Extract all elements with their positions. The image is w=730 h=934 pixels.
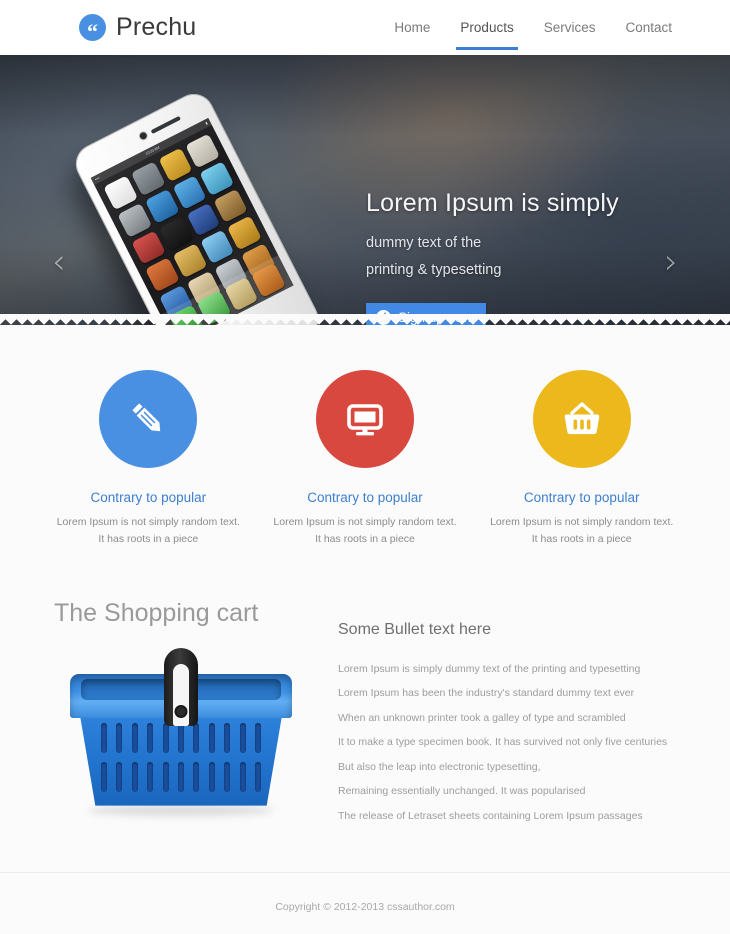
list-item: Lorem Ipsum is simply dummy text of the … [338,662,641,675]
copyright-text: Copyright © 2012-2013 cssauthor.com [275,901,455,914]
feature-description: Lorem Ipsum is not simply random text. I… [473,514,690,549]
list-item: The release of Letraset sheets containin… [338,809,643,822]
feature-title: Contrary to popular [307,490,423,505]
list-item: When an unknown printer took a galley of… [338,711,626,724]
basket-handle [164,647,198,726]
site-footer: Copyright © 2012-2013 cssauthor.com [0,872,730,934]
hero-subtitle: dummy text of the printing & typesetting [366,230,619,284]
shopping-cart-heading: The Shopping cart [54,598,259,627]
slider-prev-arrow-icon[interactable]: ‹ [52,245,66,279]
feature-item: Contrary to popular Lorem Ipsum is not s… [473,370,690,549]
feature-desc-line-2: It has roots in a piece [531,533,632,546]
feature-title: Contrary to popular [523,490,640,505]
nav-item-products[interactable]: Products [456,6,519,50]
hero-title: Lorem Ipsum is simply [366,189,619,217]
bullet-heading: Some Bullet text here [338,620,491,638]
pencil-icon[interactable] [99,370,198,468]
feature-desc-line-1: Lorem Ipsum is not simply random text. [56,516,240,528]
shopping-cart-visual: The Shopping cart [46,599,338,829]
basket-handle-rivet [176,706,186,716]
feature-item: Contrary to popular Lorem Ipsum is not s… [257,370,474,549]
feature-desc-line-1: Lorem Ipsum is not simply random text. [273,516,457,528]
phone-screen: •••• 10:23 AM ▮ [90,117,294,325]
page-root: “ Prechu Home Products Services Contact … [0,0,730,934]
bullet-list: Lorem Ipsum is simply dummy text of the … [338,657,684,829]
main-content: Contrary to popular Lorem Ipsum is not s… [0,325,730,934]
phone-speaker-icon [150,115,181,134]
hero-slider: •••• 10:23 AM ▮ Lorem Ipsum is simply du… [0,55,730,325]
basket-shadow [88,804,274,816]
list-item: It to make a type specimen book. It has … [338,736,668,749]
features-section: Contrary to popular Lorem Ipsum is not s… [0,325,730,549]
feature-title: Contrary to popular [90,490,207,505]
feature-desc-line-2: It has roots in a piece [98,533,199,546]
site-header: “ Prechu Home Products Services Contact [0,0,730,55]
list-item: Remaining essentially unchanged. It was … [338,785,586,798]
hero-subtitle-line-1: dummy text of the [366,235,482,251]
hero-copy: Lorem Ipsum is simply dummy text of the … [366,189,619,325]
list-item: But also the leap into electronic typese… [338,760,541,773]
logo-text: Prechu [116,13,197,41]
bullet-text-block: Some Bullet text here Lorem Ipsum is sim… [338,599,684,829]
quote-icon: “ [79,14,106,42]
shopping-basket-icon[interactable] [532,370,631,468]
nav-item-services[interactable]: Services [544,6,596,50]
phone-camera-icon [138,131,149,141]
feature-desc-line-2: It has roots in a piece [315,533,415,546]
zigzag-divider [0,314,730,325]
feature-description: Lorem Ipsum is not simply random text. I… [257,514,474,549]
basket-slot-row [101,723,261,754]
monitor-icon[interactable] [316,370,414,468]
main-navigation: Home Products Services Contact [394,6,672,50]
feature-description: Lorem Ipsum is not simply random text. I… [40,514,257,549]
slider-next-arrow-icon[interactable]: › [664,245,678,279]
nav-item-contact[interactable]: Contact [625,6,672,50]
feature-item: Contrary to popular Lorem Ipsum is not s… [40,370,257,549]
shopping-cart-section: The Shopping cart Some Bullet text here … [0,549,730,829]
smartphone-image: •••• 10:23 AM ▮ [62,87,338,325]
blue-shopping-basket-image [66,647,296,820]
basket-slot-row [101,762,261,793]
list-item: Lorem Ipsum has been the industry's stan… [338,687,635,700]
feature-desc-line-1: Lorem Ipsum is not simply random text. [490,516,674,528]
site-logo[interactable]: “ Prechu [79,13,196,42]
nav-item-home[interactable]: Home [394,6,430,50]
hero-subtitle-line-2: printing & typesetting [366,261,502,278]
